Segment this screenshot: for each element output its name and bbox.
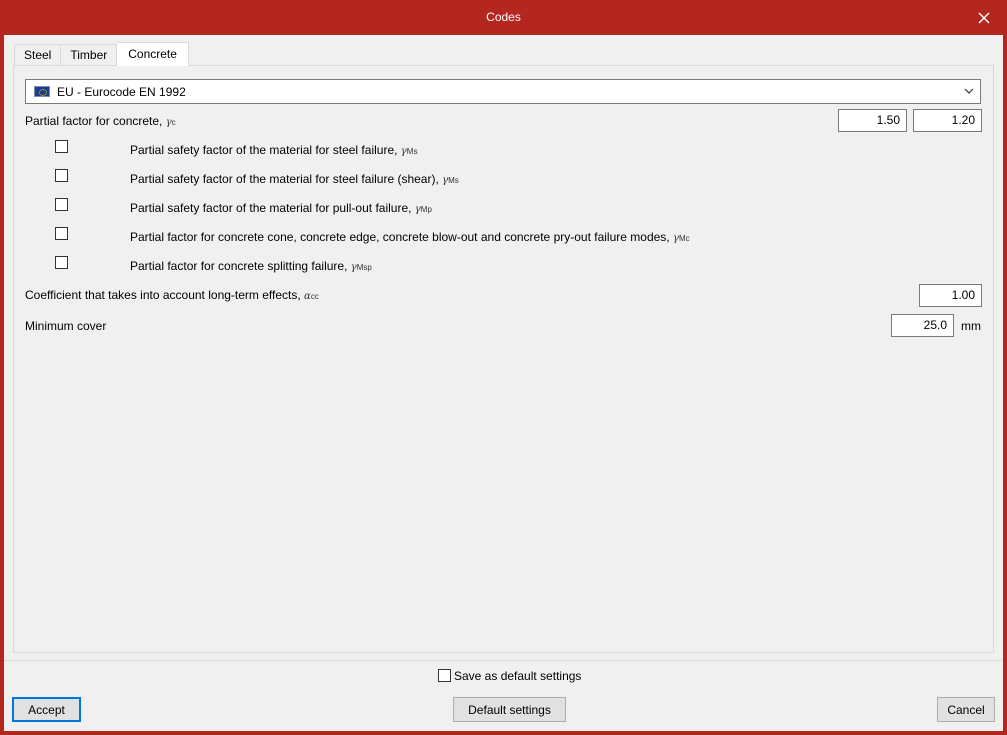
footer-divider bbox=[4, 660, 1003, 661]
splitting-failure-text: Partial factor for concrete splitting fa… bbox=[130, 259, 351, 273]
close-icon bbox=[978, 12, 990, 23]
default-settings-button[interactable]: Default settings bbox=[453, 697, 566, 722]
concrete-tab-panel: EU - Eurocode EN 1992 Partial factor for… bbox=[13, 65, 994, 653]
steel-shear-failure-label: Partial safety factor of the material fo… bbox=[130, 172, 459, 186]
pull-out-failure-text: Partial safety factor of the material fo… bbox=[130, 201, 415, 215]
code-select[interactable]: EU - Eurocode EN 1992 bbox=[25, 79, 981, 104]
long-term-text: Coefficient that takes into account long… bbox=[25, 288, 305, 302]
save-default-label[interactable]: Save as default settings bbox=[454, 669, 581, 683]
tab-strip: Steel Timber Concrete bbox=[14, 42, 189, 66]
tab-timber[interactable]: Timber bbox=[61, 44, 118, 66]
partial-factor-input-2[interactable]: 1.20 bbox=[913, 109, 982, 132]
pull-out-failure-subscript: Mp bbox=[420, 205, 432, 214]
partial-factor-subscript: c bbox=[171, 118, 176, 127]
save-default-checkbox[interactable] bbox=[438, 669, 451, 682]
long-term-subscript: cc bbox=[310, 292, 319, 301]
eu-flag-icon bbox=[34, 86, 50, 97]
steel-failure-checkbox[interactable] bbox=[55, 140, 68, 153]
pull-out-failure-checkbox[interactable] bbox=[55, 198, 68, 211]
window-title: Codes bbox=[486, 10, 521, 24]
steel-failure-subscript: Ms bbox=[406, 147, 418, 156]
tab-concrete[interactable]: Concrete bbox=[117, 42, 189, 66]
splitting-failure-subscript: Msp bbox=[356, 263, 372, 272]
min-cover-unit: mm bbox=[961, 319, 981, 333]
accept-button[interactable]: Accept bbox=[12, 697, 81, 722]
long-term-label: Coefficient that takes into account long… bbox=[25, 288, 319, 302]
min-cover-input[interactable]: 25.0 bbox=[891, 314, 954, 337]
concrete-cone-failure-checkbox[interactable] bbox=[55, 227, 68, 240]
chevron-down-icon bbox=[964, 88, 974, 94]
splitting-failure-label: Partial factor for concrete splitting fa… bbox=[130, 259, 372, 273]
steel-shear-failure-text: Partial safety factor of the material fo… bbox=[130, 172, 443, 186]
concrete-cone-failure-text: Partial factor for concrete cone, concre… bbox=[130, 230, 673, 244]
dialog-client-area: Steel Timber Concrete EU - Eurocode EN 1… bbox=[4, 35, 1003, 731]
partial-factor-input-1[interactable]: 1.50 bbox=[838, 109, 907, 132]
cancel-button[interactable]: Cancel bbox=[937, 697, 995, 722]
partial-factor-text: Partial factor for concrete, bbox=[25, 114, 166, 128]
codes-dialog: Codes Steel Timber Concrete EU - Eurocod… bbox=[0, 0, 1007, 735]
splitting-failure-checkbox[interactable] bbox=[55, 256, 68, 269]
concrete-cone-failure-label: Partial factor for concrete cone, concre… bbox=[130, 230, 690, 244]
title-bar[interactable]: Codes bbox=[0, 0, 1007, 35]
pull-out-failure-label: Partial safety factor of the material fo… bbox=[130, 201, 432, 215]
long-term-input[interactable]: 1.00 bbox=[919, 284, 982, 307]
min-cover-label: Minimum cover bbox=[25, 319, 107, 333]
steel-failure-label: Partial safety factor of the material fo… bbox=[130, 143, 417, 157]
concrete-cone-failure-subscript: Mc bbox=[678, 234, 690, 243]
long-term-symbol: α bbox=[304, 291, 311, 302]
steel-shear-failure-subscript: Ms bbox=[448, 176, 459, 185]
close-button[interactable] bbox=[961, 0, 1007, 35]
tab-steel[interactable]: Steel bbox=[14, 44, 62, 66]
steel-failure-text: Partial safety factor of the material fo… bbox=[130, 143, 401, 157]
partial-factor-label: Partial factor for concrete, γc bbox=[25, 114, 176, 128]
steel-shear-failure-checkbox[interactable] bbox=[55, 169, 68, 182]
code-select-value: EU - Eurocode EN 1992 bbox=[57, 84, 186, 99]
